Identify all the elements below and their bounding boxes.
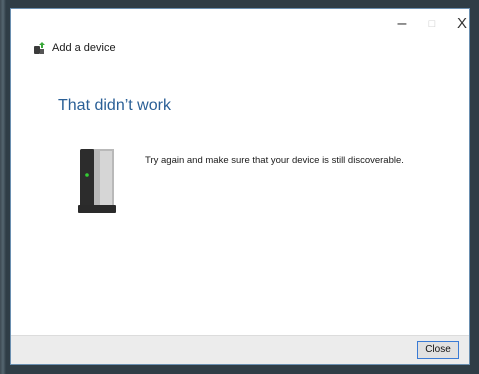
page-title: That didn’t work — [58, 97, 171, 114]
title-bar[interactable]: – □ X — [11, 9, 469, 39]
device-tower-icon — [74, 147, 120, 215]
app-title: Add a device — [52, 42, 116, 54]
close-window-button[interactable]: X — [449, 13, 475, 35]
status-message: Try again and make sure that your device… — [145, 155, 404, 166]
minimize-button[interactable]: – — [389, 13, 415, 35]
footer-bar: Close — [11, 335, 469, 364]
close-button[interactable]: Close — [417, 341, 459, 359]
app-header: Add a device — [33, 40, 116, 56]
add-device-icon — [33, 41, 47, 55]
add-device-window: – □ X Add a device That didn’t work Try … — [10, 8, 470, 365]
maximize-button[interactable]: □ — [419, 13, 445, 35]
